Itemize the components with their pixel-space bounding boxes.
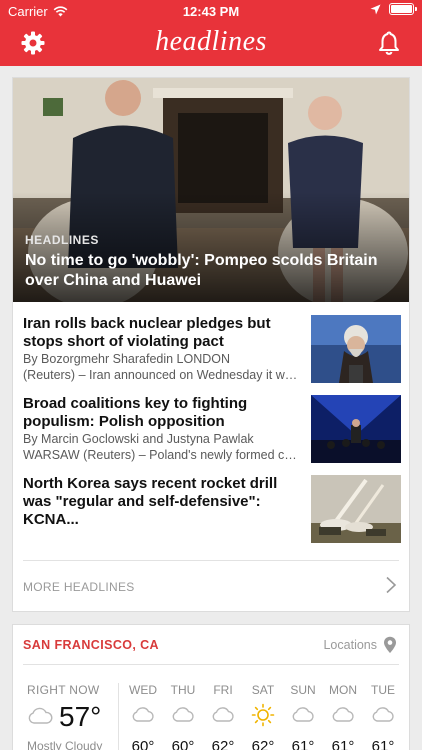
weather-header: SAN FRANCISCO, CA Locations	[23, 625, 399, 665]
day-name: SAT	[251, 683, 275, 697]
story-headline: Broad coalitions key to fighting populis…	[23, 395, 248, 430]
cloud-icon	[172, 707, 194, 722]
story-byline: By Bozorgmehr Sharafedin LONDON	[23, 352, 231, 366]
story-item[interactable]: Iran rolls back nuclear pledges but stop…	[23, 315, 401, 385]
story-text: Iran rolls back nuclear pledges but stop…	[23, 315, 303, 383]
story-byline: WARSAW (Reuters) – Poland's newly formed…	[23, 448, 303, 462]
nav-bar: headlines	[0, 22, 422, 66]
story-headline: Iran rolls back nuclear pledges but stop…	[23, 315, 271, 350]
story-thumbnail	[311, 475, 401, 543]
day-temp: 62°	[251, 738, 275, 750]
status-bar: Carrier 12:43 PM	[0, 0, 422, 22]
day-temp: 60°	[131, 738, 155, 750]
top-story[interactable]: HEADLINES No time to go 'wobbly': Pompeo…	[13, 78, 409, 302]
forecast-days: WED 60° THU 60° FRI 62° SAT 62° SUN 61° …	[123, 683, 409, 750]
sun-icon	[251, 703, 275, 727]
headlines-card: HEADLINES No time to go 'wobbly': Pompeo…	[12, 77, 410, 612]
status-right	[370, 3, 417, 15]
cloud-icon	[212, 707, 234, 722]
status-time: 12:43 PM	[182, 4, 240, 19]
day-name: FRI	[213, 683, 233, 697]
cloud-icon	[132, 707, 154, 722]
day-name: TUE	[371, 683, 395, 697]
cloud-icon	[332, 707, 354, 722]
day-name: THU	[170, 683, 196, 697]
current-condition: Mostly Cloudy	[27, 739, 103, 750]
day-temp: 60°	[171, 738, 195, 750]
current-weather: RIGHT NOW 57° Mostly Cloudy	[27, 683, 123, 750]
more-headlines-label: MORE HEADLINES	[23, 580, 135, 594]
more-headlines-row[interactable]: MORE HEADLINES	[23, 560, 399, 610]
day-temp: 61°	[331, 738, 355, 750]
day-temp: 62°	[211, 738, 235, 750]
forecast-day: SAT 62°	[243, 683, 283, 750]
story-item[interactable]: Broad coalitions key to fighting populis…	[23, 395, 401, 465]
right-now-label: RIGHT NOW	[27, 683, 100, 697]
chevron-right-icon	[386, 576, 397, 594]
day-name: SUN	[290, 683, 316, 697]
story-text: North Korea says recent rocket drill was…	[23, 475, 303, 529]
cloud-icon	[372, 707, 394, 722]
weather-card: SAN FRANCISCO, CA Locations RIGHT NOW 57…	[12, 624, 410, 750]
day-temp: 61°	[371, 738, 395, 750]
story-headline: North Korea says recent rocket drill was…	[23, 475, 278, 528]
story-thumbnail	[311, 395, 401, 463]
forecast-day: FRI 62°	[203, 683, 243, 750]
top-story-kicker: HEADLINES	[25, 233, 99, 247]
location-arrow-icon	[370, 4, 381, 14]
forecast-day: WED 60°	[123, 683, 163, 750]
weather-divider	[118, 683, 119, 750]
forecast-day: TUE 61°	[363, 683, 403, 750]
top-bar: Carrier 12:43 PM headlines	[0, 0, 422, 66]
bell-icon[interactable]	[376, 30, 402, 56]
locations-link[interactable]: Locations	[323, 638, 377, 652]
story-byline: By Marcin Goclowski and Justyna Pawlak	[23, 432, 254, 446]
weather-city: SAN FRANCISCO, CA	[23, 638, 159, 652]
app-brand: headlines	[155, 26, 267, 57]
day-name: WED	[129, 683, 157, 697]
cloud-icon	[28, 707, 53, 724]
location-pin-icon[interactable]	[383, 636, 397, 654]
forecast-day: SUN 61°	[283, 683, 323, 750]
forecast-day: THU 60°	[163, 683, 203, 750]
story-byline: (Reuters) – Iran announced on Wednesday …	[23, 368, 303, 382]
story-text: Broad coalitions key to fighting populis…	[23, 395, 303, 463]
top-story-title: No time to go 'wobbly': Pompeo scolds Br…	[25, 252, 378, 289]
story-item[interactable]: North Korea says recent rocket drill was…	[23, 475, 401, 545]
day-temp: 61°	[291, 738, 315, 750]
cloud-icon	[292, 707, 314, 722]
story-thumbnail	[311, 315, 401, 383]
current-temp: 57°	[59, 701, 102, 732]
forecast-day: MON 61°	[323, 683, 363, 750]
day-name: MON	[329, 683, 357, 697]
battery-icon	[389, 3, 417, 15]
